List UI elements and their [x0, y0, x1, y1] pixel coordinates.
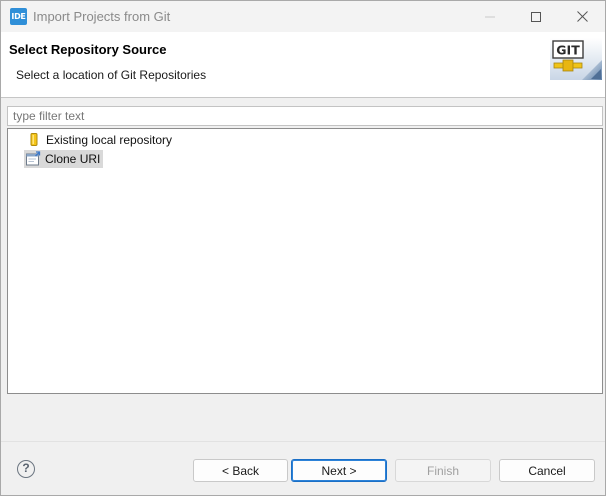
cancel-button[interactable]: Cancel — [499, 459, 595, 482]
tree-item-label: Clone URI — [45, 152, 101, 166]
help-button[interactable]: ? — [17, 460, 35, 478]
repository-icon — [30, 133, 38, 146]
title-bar[interactable]: IDE Import Projects from Git — [1, 1, 605, 32]
filter-input[interactable] — [7, 106, 603, 126]
window-title: Import Projects from Git — [33, 9, 171, 24]
import-dialog: IDE Import Projects from Git Select Repo… — [0, 0, 606, 496]
page-description: Select a location of Git Repositories — [16, 68, 207, 82]
tree-item-clone-uri[interactable]: Clone URI — [24, 150, 104, 168]
maximize-button[interactable] — [513, 1, 559, 32]
help-icon: ? — [22, 461, 30, 475]
minimize-icon — [485, 16, 495, 17]
back-button[interactable]: < Back — [193, 459, 288, 482]
clone-uri-icon — [26, 151, 41, 166]
ide-app-icon: IDE — [10, 8, 27, 25]
git-logo-text: GIT — [556, 43, 580, 58]
wizard-header: Select Repository Source Select a locati… — [1, 32, 605, 98]
git-logo-icon: GIT — [550, 38, 602, 80]
minimize-button[interactable] — [467, 1, 513, 32]
button-bar: ? < Back Next > Finish Cancel — [1, 441, 605, 495]
close-icon — [576, 11, 588, 22]
tree-item-existing-local-repository[interactable]: Existing local repository — [26, 131, 175, 149]
close-button[interactable] — [559, 1, 605, 32]
page-title: Select Repository Source — [9, 42, 167, 57]
tree-item-label: Existing local repository — [46, 133, 173, 147]
finish-button[interactable]: Finish — [395, 459, 491, 482]
maximize-icon — [531, 11, 541, 22]
repository-source-tree[interactable]: Existing local repository Clone URI — [7, 128, 603, 394]
next-button[interactable]: Next > — [291, 459, 387, 482]
